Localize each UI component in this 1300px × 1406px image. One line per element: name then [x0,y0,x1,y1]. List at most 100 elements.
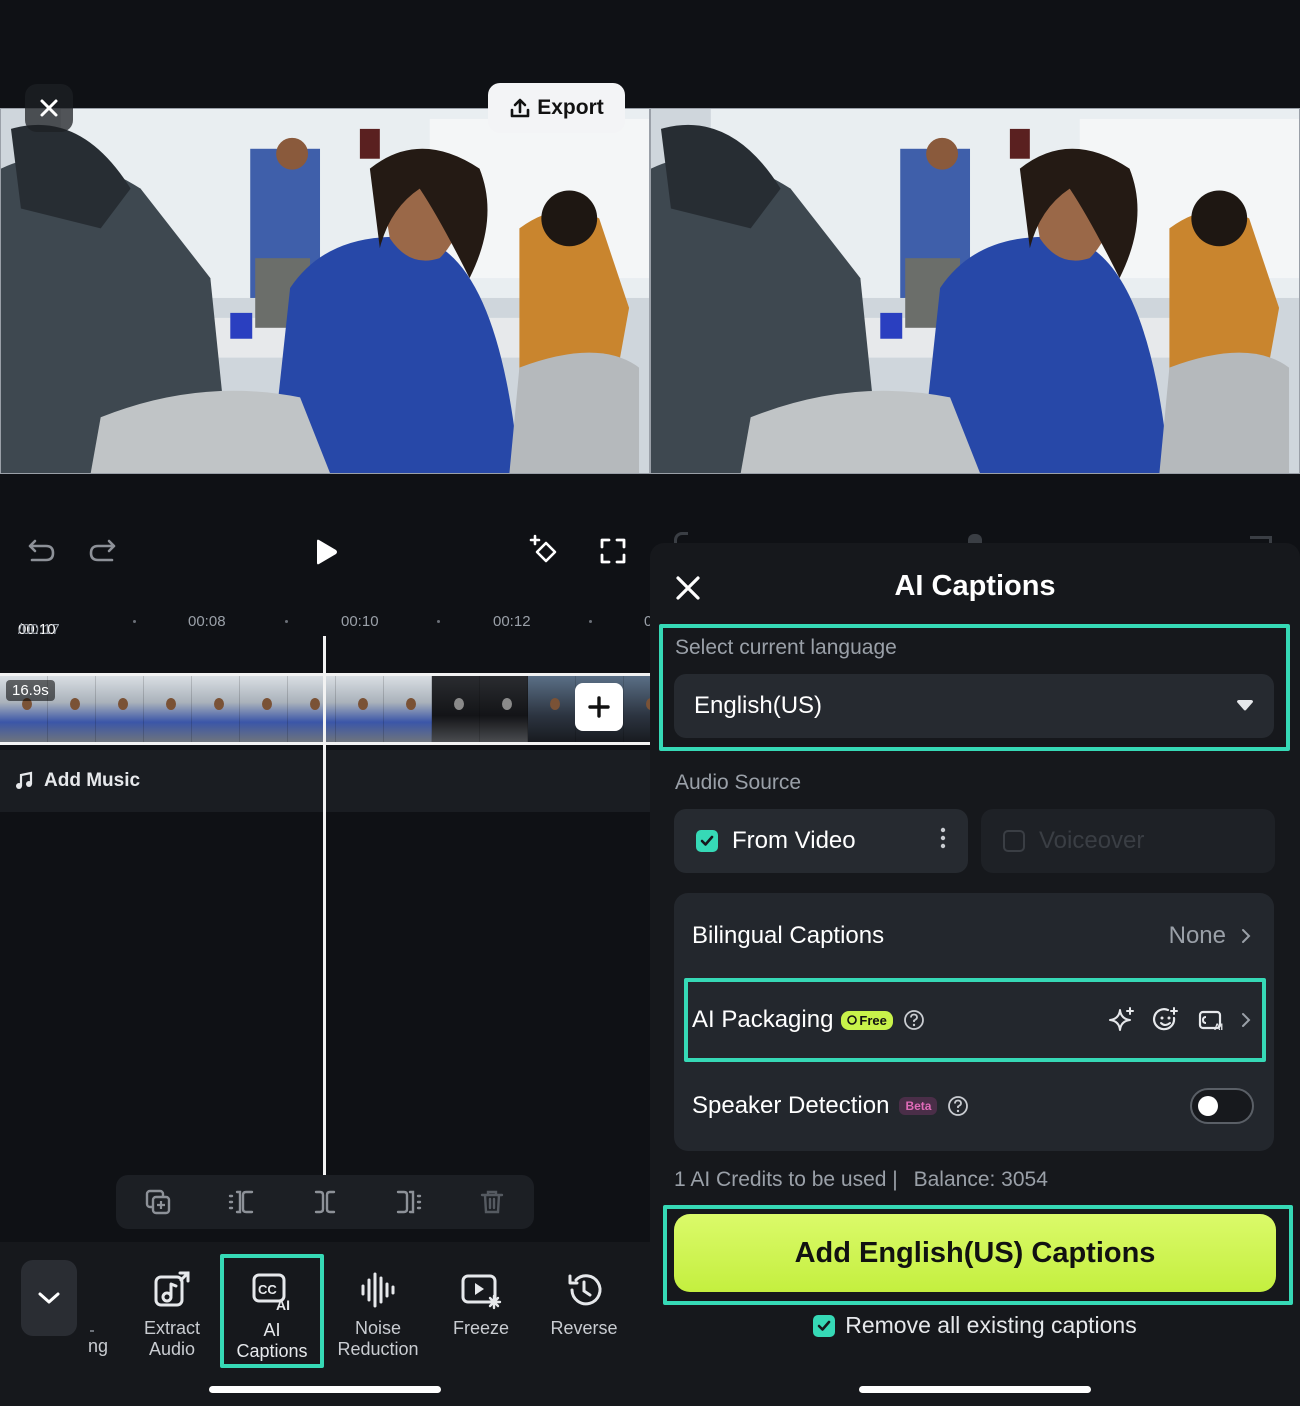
chevron-right-icon [1242,929,1251,943]
undo-icon [28,539,55,562]
undo-button[interactable] [22,532,60,570]
tool-label: Captions [236,1341,308,1361]
audio-source-label: Voiceover [1039,827,1145,854]
clip-thumbnail [288,676,336,742]
ai-captions-tool[interactable]: CC AI AI Captions [220,1254,324,1368]
timeline-ruler: 00:10/00:17 00:08 00:10 00:12 0 [0,605,650,638]
tool-label: AI [263,1320,281,1340]
redo-icon [89,539,116,562]
clip-thumbnail [432,676,480,742]
total-time: /00:17 [18,621,60,638]
extract-audio-icon [154,1271,190,1307]
clip-thumbnail [384,676,432,742]
language-select[interactable]: English(US) [674,674,1274,738]
ai-captions-icon: CCAI [252,1273,290,1312]
waveform-icon [361,1272,395,1308]
add-captions-button[interactable]: Add English(US) Captions [674,1214,1276,1292]
ai-captions-screen: AI Captions Select current language Engl… [650,0,1300,1406]
checkbox-unchecked-icon[interactable] [1003,830,1025,852]
tool-label: Reduction [337,1339,419,1359]
bilingual-captions-row[interactable]: Bilingual Captions None [692,918,1252,954]
sparkle-icon [1109,1007,1134,1031]
clip-thumbnail [528,676,576,742]
audio-source-from-video[interactable]: From Video [674,809,968,873]
checkbox-checked-icon[interactable] [813,1314,836,1337]
freeze-frame-icon [461,1274,502,1310]
home-indicator [209,1386,441,1393]
ruler-tick: 00:10 [341,613,379,630]
extract-audio-tool[interactable]: Extract Audio [120,1256,224,1366]
add-clip-button[interactable] [575,683,623,731]
play-icon [317,539,337,565]
clip-thumbnail [336,676,384,742]
credits-text: 1 AI Credits to be used | [674,1168,898,1191]
bilingual-value: None [1168,922,1226,949]
free-badge: Free [841,1010,893,1030]
tool-label: Audio [148,1339,196,1359]
bilingual-label: Bilingual Captions [692,922,885,949]
checkbox-checked-icon[interactable] [696,830,718,852]
svg-text:AI: AI [1214,1022,1223,1032]
audio-source-voiceover[interactable]: Voiceover [981,809,1275,873]
trim-start-icon[interactable] [226,1187,256,1217]
dropdown-caret-icon [1237,700,1253,711]
svg-text:CC: CC [258,1282,277,1297]
audio-source-label: Audio Source [675,771,802,794]
remove-existing-label: Remove all existing captions [845,1312,1137,1338]
fullscreen-icon [600,538,626,564]
tool-label: Freeze [452,1318,510,1338]
credits-info: 1 AI Credits to be used | Balance: 3054 [674,1168,1048,1192]
export-label: Export [537,96,604,119]
reverse-history-icon [568,1274,602,1306]
tool-label: Extract [143,1318,200,1338]
emoji-add-icon [1153,1007,1178,1031]
playhead[interactable] [323,636,326,1176]
clip-thumbnail [624,676,650,742]
keyframe-button[interactable] [522,530,564,572]
reverse-tool[interactable]: Reverse [532,1256,636,1366]
clip-edit-toolbar [116,1175,534,1229]
close-icon [40,99,58,117]
tool-label: Noise [354,1318,402,1338]
coin-icon [847,1015,858,1025]
clip-thumbnail [240,676,288,742]
close-editor-button[interactable] [25,84,73,132]
remove-existing-captions-option[interactable]: Remove all existing captions [650,1312,1300,1339]
beta-badge: Beta [899,1097,938,1115]
video-preview[interactable] [650,108,1300,474]
collapse-toolbar-button[interactable] [21,1260,77,1336]
balance-text: Balance: 3054 [913,1168,1048,1191]
noise-reduction-tool[interactable]: Noise Reduction [326,1256,430,1366]
upload-icon [510,98,530,118]
tool-label: Reverse [550,1318,618,1338]
more-options-icon[interactable] [940,827,946,856]
video-preview[interactable] [0,108,650,474]
home-indicator [859,1386,1091,1393]
split-icon[interactable] [310,1187,340,1217]
free-badge-label: Free [859,1012,887,1028]
sheet-title: AI Captions [894,570,1056,602]
selected-language: English(US) [694,692,823,719]
trim-end-icon[interactable] [394,1187,424,1217]
speaker-detection-toggle[interactable] [1190,1088,1254,1124]
clip-thumbnail [48,676,96,742]
clip-duration-badge: 16.9s [6,680,55,701]
ai-packaging-row[interactable]: AI Packaging Free AI [692,1002,1252,1038]
freeze-tool[interactable]: Freeze [429,1256,533,1366]
help-icon[interactable] [903,1009,925,1031]
clip-thumbnail [192,676,240,742]
help-icon[interactable] [947,1095,969,1117]
redo-button[interactable] [84,532,122,570]
clip-thumbnail [96,676,144,742]
play-button[interactable] [306,532,346,572]
audio-source-label: From Video [732,827,856,854]
add-music-label: Add Music [44,770,141,791]
chevron-right-icon [1242,1013,1251,1027]
export-button[interactable]: Export [488,83,625,133]
fullscreen-button[interactable] [594,532,632,570]
clip-thumbnail [480,676,528,742]
plus-icon [588,696,610,718]
duplicate-icon[interactable] [143,1187,173,1217]
delete-icon[interactable] [477,1187,507,1217]
ai-packaging-label: AI Packaging [692,1006,834,1033]
